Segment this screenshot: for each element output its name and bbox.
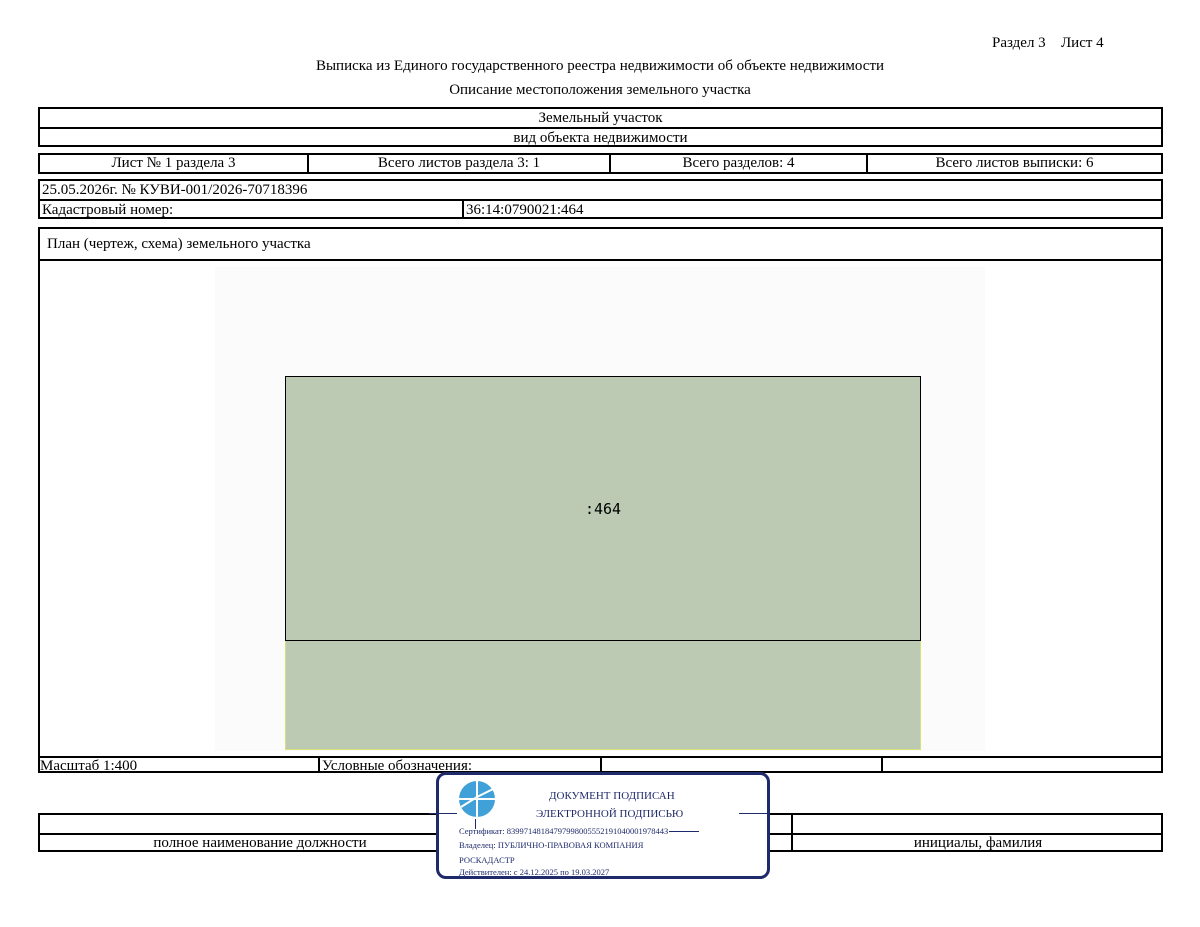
object-type-caption: вид объекта недвижимости [513, 129, 688, 146]
plan-heading: План (чертеж, схема) земельного участка [47, 236, 311, 252]
stamp-rule-top-left [429, 813, 457, 814]
scale-label: Масштаб 1:400 [40, 758, 138, 774]
sheet-of-section: Лист № 1 раздела 3 [111, 155, 236, 171]
total-sections: Всего разделов: 4 [682, 155, 795, 171]
cadastral-label: Кадастровый номер: [42, 202, 174, 218]
document-subtitle: Описание местоположения земельного участ… [449, 82, 751, 98]
section-label: Раздел 3 [992, 35, 1046, 51]
total-extract-sheets: Всего листов выписки: 6 [935, 155, 1094, 171]
object-type-table: Земельный участок вид объекта недвижимос… [38, 107, 1163, 147]
total-section-sheets: Всего листов раздела 3: 1 [377, 155, 541, 171]
record-table: 25.05.2026г. № КУВИ-001/2026-70718396 Ка… [38, 179, 1163, 219]
name-caption: инициалы, фамилия [913, 835, 1043, 851]
sheets-row: Лист № 1 раздела 3 Всего листов раздела … [38, 153, 1163, 174]
record-date-number: 25.05.2026г. № КУВИ-001/2026-70718396 [42, 182, 308, 198]
cadastral-number: 36:14:0790021:464 [466, 202, 584, 218]
stamp-rule-top-right [739, 813, 769, 814]
stamp-validity: Действителен: с 24.12.2025 по 19.03.2027 [459, 867, 610, 877]
stamp-certificate: Сертификат: 8399714818479799800555219104… [459, 826, 669, 836]
sheet-label: Лист 4 [1061, 35, 1104, 51]
stamp-owner-line1: Владелец: ПУБЛИЧНО-ПРАВОВАЯ КОМПАНИЯ [459, 840, 644, 850]
parcel-label: :464 [584, 499, 622, 518]
stamp-line1: ДОКУМЕНТ ПОДПИСАН [549, 790, 675, 802]
position-caption: полное наименование должности [153, 835, 367, 851]
parcel-polygon: :464 [285, 376, 921, 641]
stamp-rule-mid [669, 831, 699, 832]
parcel-area-lower [285, 641, 921, 750]
electronic-signature-stamp: ДОКУМЕНТ ПОДПИСАН ЭЛЕКТРОННОЙ ПОДПИСЬЮ С… [429, 772, 770, 879]
document-title: Выписка из Единого государственного реес… [315, 58, 885, 74]
rosreestr-logo-icon [459, 781, 495, 817]
object-type: Земельный участок [538, 109, 663, 126]
plan-frame: План (чертеж, схема) земельного участка … [38, 227, 1163, 774]
stamp-owner-line2: РОСКАДАСТР [459, 855, 515, 865]
stamp-line2: ЭЛЕКТРОННОЙ ПОДПИСЬЮ [536, 808, 684, 820]
